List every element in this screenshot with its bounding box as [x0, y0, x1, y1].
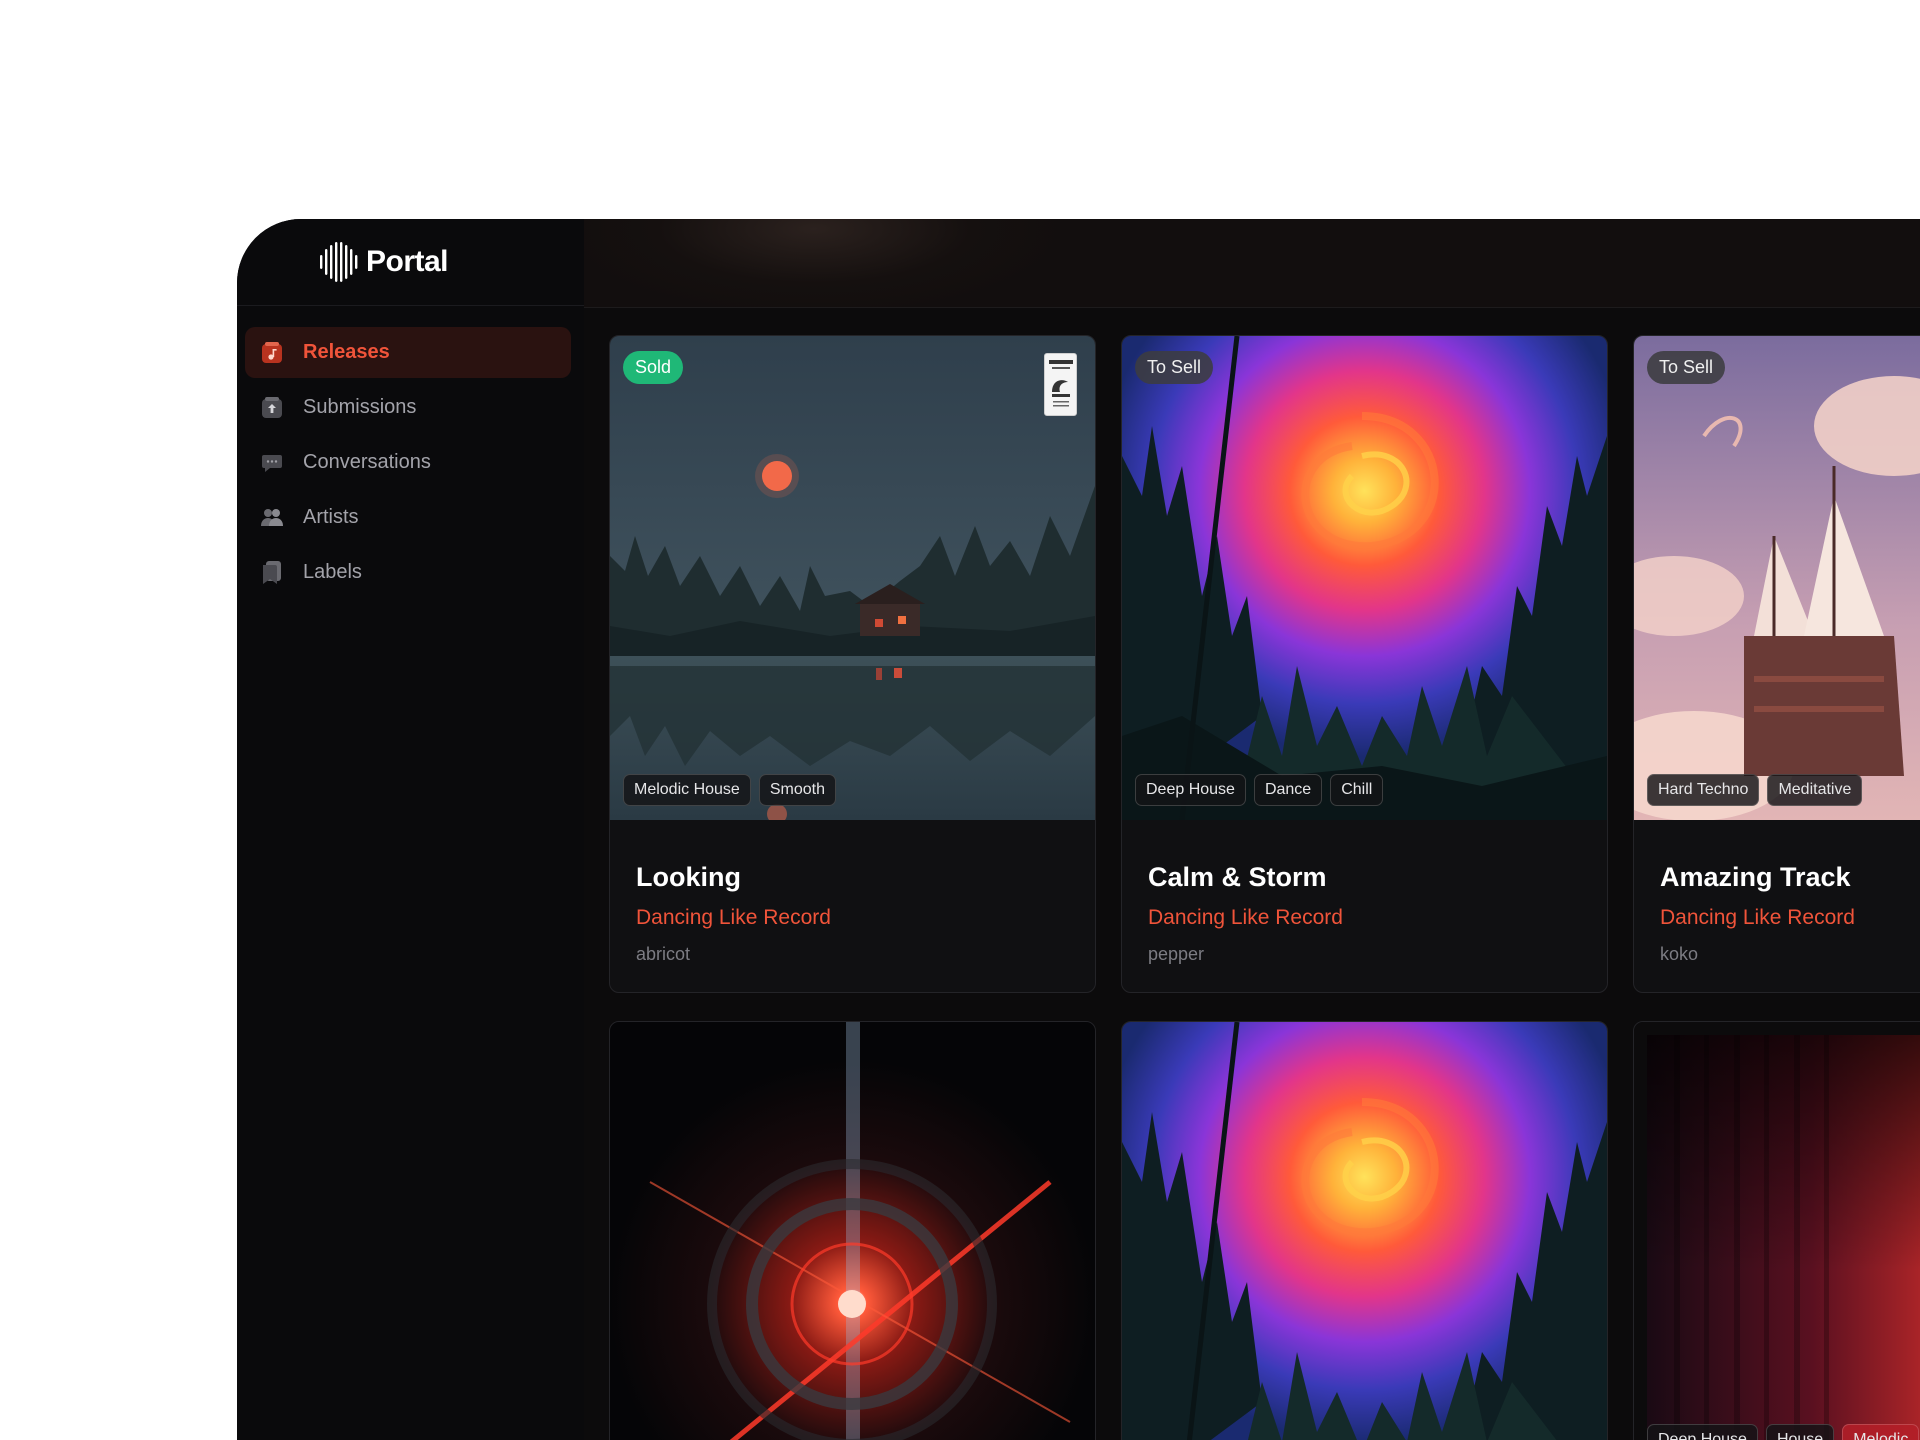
release-label[interactable]: Dancing Like Record — [1660, 906, 1855, 930]
genre-tag[interactable]: Hard Techno — [1647, 774, 1760, 806]
cover-art-red-burst — [610, 1022, 1095, 1440]
release-card-looking[interactable]: Sold Melodic House Smooth Looking Dancin… — [609, 335, 1096, 993]
release-cover[interactable] — [610, 1022, 1095, 1440]
sidebar-item-releases[interactable]: Releases — [245, 327, 571, 378]
status-badge: To Sell — [1647, 351, 1726, 384]
release-card[interactable]: Deep House House Melodic — [1633, 1021, 1920, 1440]
genre-tags: Deep House Dance Chill — [1135, 774, 1384, 806]
genre-tags: Hard Techno Meditative — [1647, 774, 1863, 806]
release-title[interactable]: Looking — [636, 862, 741, 893]
sidebar-item-label: Submissions — [303, 396, 417, 418]
releases-icon — [260, 341, 284, 365]
brand-name: Portal — [366, 245, 449, 278]
top-bar — [584, 219, 1920, 308]
genre-tag[interactable]: Deep House — [1647, 1424, 1758, 1440]
genre-tag[interactable]: Smooth — [758, 774, 836, 806]
genre-tags: Deep House House Melodic — [1647, 1424, 1920, 1440]
chat-icon — [260, 451, 284, 475]
cover-art-red-curtain — [1634, 1022, 1920, 1440]
release-card-calm-storm[interactable]: To Sell Deep House Dance Chill Calm & St… — [1121, 335, 1608, 993]
release-label[interactable]: Dancing Like Record — [1148, 906, 1343, 930]
cover-art-forest-vortex — [1122, 1022, 1607, 1440]
cover-art-lake-night — [610, 336, 1095, 820]
release-artist: abricot — [636, 944, 691, 964]
release-cover[interactable]: Deep House House Melodic — [1634, 1022, 1920, 1440]
status-badge: To Sell — [1135, 351, 1214, 384]
main-content: Sold Melodic House Smooth Looking Dancin… — [584, 219, 1920, 1440]
upload-icon — [260, 396, 284, 420]
release-card[interactable] — [1121, 1021, 1608, 1440]
app-window: Portal Releases Submissions Conversation… — [237, 219, 1920, 1440]
release-cover[interactable] — [1122, 1022, 1607, 1440]
release-card-amazing-track[interactable]: To Sell Hard Techno Meditative Amazing T… — [1633, 335, 1920, 993]
sidebar-item-artists[interactable]: Artists — [245, 492, 571, 543]
genre-tag[interactable]: House — [1765, 1424, 1835, 1440]
status-badge: Sold — [623, 351, 684, 384]
release-card[interactable] — [609, 1021, 1096, 1440]
release-title[interactable]: Amazing Track — [1660, 862, 1851, 893]
brand-header: Portal — [237, 219, 584, 306]
sidebar-nav: Releases Submissions Conversations Artis… — [245, 327, 571, 602]
release-cover[interactable]: To Sell Deep House Dance Chill — [1122, 336, 1607, 820]
release-info: Looking Dancing Like Record abricot — [610, 820, 1095, 992]
sidebar-item-label: Labels — [303, 561, 362, 583]
genre-tags: Melodic House Smooth — [623, 774, 836, 806]
sidebar: Portal Releases Submissions Conversation… — [237, 219, 585, 1440]
genre-tag[interactable]: Dance — [1253, 774, 1323, 806]
genre-tag[interactable]: Chill — [1330, 774, 1384, 806]
genre-tag[interactable]: Melodic — [1842, 1424, 1920, 1440]
release-info: Amazing Track Dancing Like Record koko — [1634, 820, 1920, 992]
release-info: Calm & Storm Dancing Like Record pepper — [1122, 820, 1607, 992]
sidebar-item-submissions[interactable]: Submissions — [245, 382, 571, 433]
cover-art-forest-vortex — [1122, 336, 1607, 820]
genre-tag[interactable]: Melodic House — [623, 774, 751, 806]
release-artist: pepper — [1148, 944, 1205, 964]
sidebar-item-label: Releases — [303, 341, 390, 363]
release-label[interactable]: Dancing Like Record — [636, 906, 831, 930]
release-cover[interactable]: Sold Melodic House Smooth — [610, 336, 1095, 820]
artists-icon — [260, 506, 284, 530]
sidebar-item-labels[interactable]: Labels — [245, 547, 571, 598]
sidebar-item-label: Artists — [303, 506, 359, 528]
release-title[interactable]: Calm & Storm — [1148, 862, 1327, 893]
genre-tag[interactable]: Deep House — [1135, 774, 1246, 806]
sidebar-item-conversations[interactable]: Conversations — [245, 437, 571, 488]
cover-art-sky-ship — [1634, 336, 1920, 820]
sidebar-item-label: Conversations — [303, 451, 431, 473]
release-cover[interactable]: To Sell Hard Techno Meditative — [1634, 336, 1920, 820]
mini-artwork-icon — [1044, 353, 1077, 416]
genre-tag[interactable]: Meditative — [1767, 774, 1863, 806]
portal-logo-icon[interactable] — [318, 241, 362, 283]
release-artist: koko — [1660, 944, 1699, 964]
bookmark-icon — [260, 560, 284, 585]
